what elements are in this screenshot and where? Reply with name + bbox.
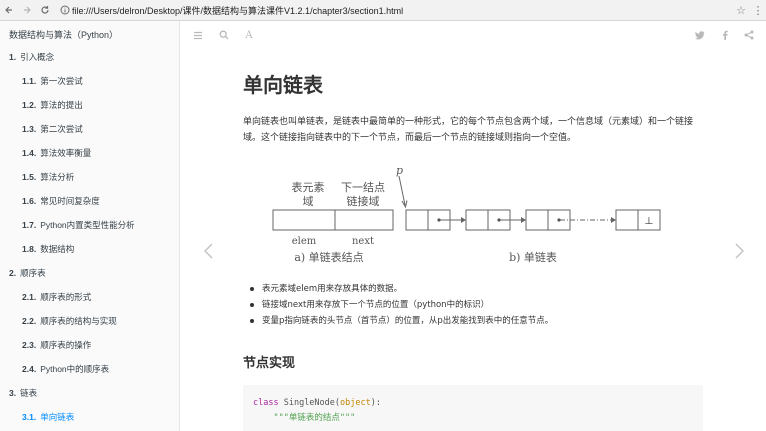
back-arrow-icon [5, 6, 12, 14]
sidebar-item-label: 常见时间复杂度 [40, 196, 100, 206]
page-title: 单向链表 [243, 73, 323, 97]
sidebar-toc: 1. 引入概念 1.1. 第一次尝试 1.2. 算法的提出 1.3. 第二次尝试 1.4. 算法效… [0, 45, 179, 429]
sidebar-item-label: 算法分析 [40, 172, 75, 182]
sidebar-item-number: 1.1. [22, 76, 37, 86]
sidebar-item[interactable]: 2.2. 顺序表的结构与实现 [0, 309, 179, 333]
figure-label-next: next [352, 236, 374, 247]
reload-icon [41, 6, 49, 14]
sidebar-item-label: 顺序表的结构与实现 [40, 316, 117, 326]
intro-paragraph: 单向链表也叫单链表，是链表中最简单的一种形式，它的每个节点包含两个域，一个信息域… [243, 117, 694, 143]
sidebar-item-number: 1.5. [22, 172, 37, 182]
code-block: class SingleNode(object): """单链表的结点""" [243, 385, 703, 431]
bookmark-star-icon[interactable]: ☆ [732, 4, 750, 17]
menu-icon[interactable] [190, 21, 206, 49]
sidebar-item-number: 2.1. [22, 292, 37, 302]
sidebar-item[interactable]: 1.1. 第一次尝试 [0, 69, 179, 93]
null-symbol: ⊥ [644, 216, 653, 227]
sidebar-item[interactable]: 1.3. 第二次尝试 [0, 117, 179, 141]
sidebar-item-number: 3. [9, 388, 17, 398]
address-bar[interactable]: file:///Users/delron/Desktop/课件/数据结构与算法课… [58, 0, 732, 21]
sidebar-item[interactable]: 1. 引入概念 [0, 45, 179, 69]
section-heading: 节点实现 [243, 356, 296, 371]
figure-caption-a: a) 单链表结点 [294, 250, 363, 264]
sidebar-item[interactable]: 1.7. Python内置类型性能分析 [0, 213, 179, 237]
figure-label-elem-top-2: 域 [303, 195, 314, 208]
sidebar-item-number: 2.3. [22, 340, 37, 350]
figure-label-next-top-2: 链接域 [347, 194, 380, 208]
share-icon[interactable] [741, 21, 757, 49]
next-page-arrow-icon[interactable] [732, 243, 746, 264]
node-elem-field [272, 209, 336, 231]
sidebar-item-number: 1.6. [22, 196, 37, 206]
sidebar-item-number: 3.1. [22, 412, 37, 422]
forward-button[interactable] [18, 0, 36, 21]
code-line-1: class SingleNode(object): [253, 398, 381, 408]
sidebar-item-number: 1.3. [22, 124, 37, 134]
bullet-list: 表元素域elem用来存放具体的数据。 链接域next用来存放下一个节点的位置（p… [243, 281, 713, 329]
sidebar-item-label: 数据结构 [40, 244, 75, 254]
node-next-field [334, 209, 394, 231]
sidebar-item[interactable]: 3.1. 单向链表 [0, 405, 179, 429]
figure-label-next-top-1: 下一结点 [341, 181, 385, 194]
reload-button[interactable] [36, 0, 54, 21]
sidebar-item-label: Python内置类型性能分析 [40, 220, 135, 230]
figure-label-elem-top-1: 表元素 [292, 180, 325, 194]
sidebar-item[interactable]: 2.4. Python中的顺序表 [0, 357, 179, 381]
book-title[interactable]: 数据结构与算法（Python） [0, 21, 179, 45]
sidebar-item-number: 1.7. [22, 220, 37, 230]
file-info-icon[interactable] [58, 0, 72, 21]
sidebar-item-label: 算法的提出 [40, 100, 83, 110]
sidebar-item[interactable]: 2.3. 顺序表的操作 [0, 333, 179, 357]
sidebar-item[interactable]: 1.6. 常见时间复杂度 [0, 189, 179, 213]
url-text[interactable]: file:///Users/delron/Desktop/课件/数据结构与算法课… [72, 4, 403, 17]
sidebar-item-number: 1.8. [22, 244, 37, 254]
forward-arrow-icon [24, 6, 31, 14]
sidebar-item[interactable]: 1.4. 算法效率衡量 [0, 141, 179, 165]
book-toolbar: A [181, 21, 766, 49]
facebook-icon[interactable] [717, 21, 733, 49]
sidebar-item-label: 链表 [20, 388, 38, 398]
previous-page-arrow-icon[interactable] [201, 243, 215, 264]
list-item: 变量p指向链表的头节点（首节点）的位置，从p出发能找到表中的任意节点。 [243, 313, 713, 329]
main-content: A 单向链表 单向链表也叫单链表，是链表中最简单的一种形式，它的每个节点包含两个… [181, 21, 766, 431]
sidebar: 数据结构与算法（Python） 1. 引入概念 1.1. 第一次尝试 1.2. 算法的提出… [0, 21, 180, 431]
sidebar-item[interactable]: 1.8. 数据结构 [0, 237, 179, 261]
sidebar-item[interactable]: 2.1. 顺序表的形式 [0, 285, 179, 309]
sidebar-item-number: 2.4. [22, 364, 37, 374]
sidebar-item-label: 顺序表的形式 [40, 292, 92, 302]
sidebar-item-label: 引入概念 [20, 52, 55, 62]
sidebar-item-number: 1.2. [22, 100, 37, 110]
sidebar-item-label: 算法效率衡量 [40, 148, 92, 158]
sidebar-item-number: 1.4. [22, 148, 37, 158]
list-node-last: ⊥ [615, 209, 661, 231]
figure-label-elem: elem [292, 236, 317, 247]
sidebar-item-label: 顺序表的操作 [40, 340, 92, 350]
list-item: 链接域next用来存放下一个节点的位置（python中的标识） [243, 297, 713, 313]
browser-toolbar: file:///Users/delron/Desktop/课件/数据结构与算法课… [0, 0, 766, 21]
code-line-2: """单链表的结点""" [273, 413, 356, 423]
list-item: 表元素域elem用来存放具体的数据。 [243, 281, 713, 297]
twitter-icon[interactable] [692, 21, 708, 49]
figure-caption-b: b) 单链表 [509, 250, 557, 264]
linked-list-diagram: 表元素 域 下一结点 链接域 elem next a) 单链表结点 p ⊥ b)… [272, 164, 661, 264]
sidebar-item-label: 顺序表 [20, 268, 46, 278]
sidebar-item-label: 第二次尝试 [40, 124, 83, 134]
sidebar-item-label: 第一次尝试 [40, 76, 83, 86]
browser-menu-icon[interactable]: ⋮ [750, 4, 766, 17]
sidebar-item-label: 单向链表 [40, 412, 75, 422]
search-icon[interactable] [216, 21, 232, 49]
sidebar-item[interactable]: 1.2. 算法的提出 [0, 93, 179, 117]
sidebar-item-number: 1. [9, 52, 17, 62]
sidebar-item-label: Python中的顺序表 [40, 364, 110, 374]
sidebar-item-number: 2. [9, 268, 17, 278]
sidebar-item-number: 2.2. [22, 316, 37, 326]
sidebar-item[interactable]: 1.5. 算法分析 [0, 165, 179, 189]
font-icon[interactable]: A [241, 21, 257, 49]
sidebar-item[interactable]: 3. 链表 [0, 381, 179, 405]
back-button[interactable] [0, 0, 18, 21]
sidebar-item[interactable]: 2. 顺序表 [0, 261, 179, 285]
figure-pointer-label: p [396, 164, 403, 177]
